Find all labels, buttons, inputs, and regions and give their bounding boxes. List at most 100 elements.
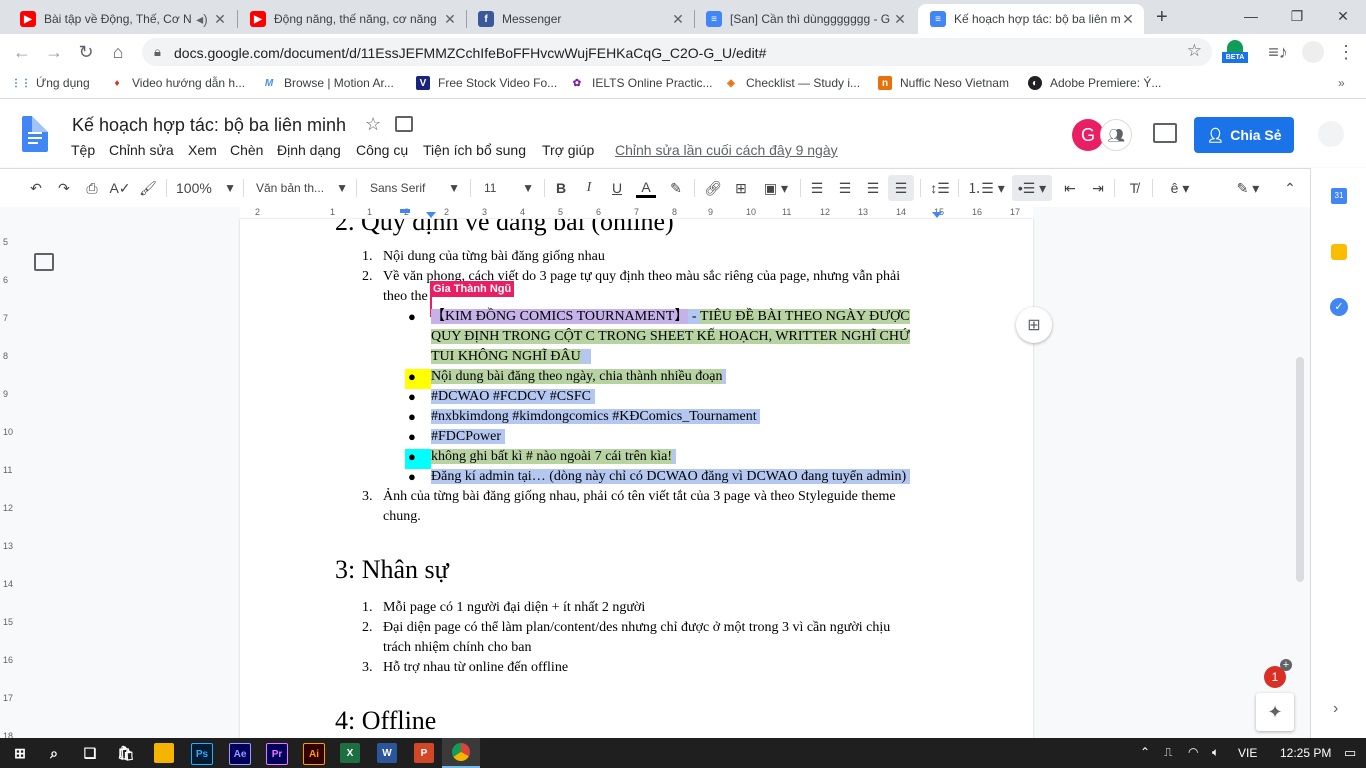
underline-icon[interactable]: U [608,178,626,198]
collapse-menu-icon[interactable]: ⌃ [1280,178,1300,198]
keep-icon[interactable] [1331,244,1347,260]
view-all-collaborators-icon[interactable]: 👥︎ [1100,119,1132,151]
tray-chevron-icon[interactable]: ⌃ [1140,745,1150,759]
close-icon[interactable]: ✕ [670,11,686,28]
bulleted-list-icon[interactable]: •☰ ▾ [1012,175,1052,201]
vertical-ruler[interactable]: 5 6 7 8 9 10 11 12 13 14 15 16 17 18 [0,219,14,738]
browser-tab-4[interactable]: ≡ [San] Cần thì dùnggggggg - G ✕ [694,4,916,34]
clear-formatting-icon[interactable]: T̸ [1124,178,1144,198]
back-arrow-icon[interactable]: ← [12,42,32,62]
numbered-list-icon[interactable]: ⒈☰ ▾ [966,178,1006,198]
share-button[interactable]: 👤︎ Chia Sẻ [1194,117,1294,153]
minimize-icon[interactable]: — [1228,0,1274,32]
menu-addons[interactable]: Tiện ích bổ sung [423,142,526,158]
line-spacing-icon[interactable]: ↕☰ [930,178,950,198]
more-bookmarks-icon[interactable]: » [1338,76,1345,90]
search-icon[interactable]: ⌕ [44,743,64,763]
redo-icon[interactable]: ↷ [54,178,74,198]
store-icon[interactable]: 🛍︎ [116,743,136,763]
menu-file[interactable]: Tệp [71,142,95,158]
align-left-icon[interactable]: ☰ [808,178,826,198]
star-icon[interactable]: ☆ [365,114,381,135]
document-outline-icon[interactable] [34,253,54,271]
spellcheck-icon[interactable]: A✓ [109,178,130,198]
close-icon[interactable]: ✕ [1120,11,1136,28]
increase-indent-icon[interactable]: ⇥ [1088,178,1108,198]
bookmark-item[interactable]: ♦ Video hướng dẫn h... [110,76,245,90]
photoshop-icon[interactable]: Ps [191,743,213,765]
browser-tab-2[interactable]: ▶ Động năng, thế năng, cơ năng ✕ [238,4,466,34]
calendar-icon[interactable]: 31 [1331,188,1347,204]
add-comment-icon[interactable]: ⊞ [732,178,750,198]
bookmark-star-icon[interactable]: ☆ [1187,41,1202,61]
close-icon[interactable]: ✕ [892,11,908,28]
profile-avatar-icon[interactable] [1302,41,1324,63]
undo-icon[interactable]: ↶ [26,178,46,198]
menu-insert[interactable]: Chèn [230,142,263,158]
align-right-icon[interactable]: ☰ [864,178,882,198]
bookmark-item[interactable]: V Free Stock Video Fo... [416,76,557,90]
vertical-scrollbar[interactable] [1296,357,1304,582]
forward-arrow-icon[interactable]: → [44,42,64,62]
add-comment-float-icon[interactable]: ⊞ [1016,307,1052,343]
menu-view[interactable]: Xem [188,142,217,158]
task-view-icon[interactable]: ❑ [80,743,100,763]
font-size-select[interactable]: 11 ▼ [484,178,534,198]
font-select[interactable]: Sans Serif ▼ [370,178,460,198]
menu-format[interactable]: Định dạng [277,142,341,158]
expand-panel-icon[interactable]: › [1333,700,1338,718]
italic-icon[interactable]: I [580,178,598,198]
home-icon[interactable]: ⌂ [108,42,128,62]
wifi-icon[interactable]: ◠ [1188,745,1198,759]
bookmark-item[interactable]: M Browse | Motion Ar... [262,76,394,90]
chrome-taskbar-button[interactable] [442,738,480,768]
text-color-icon[interactable]: A [636,178,656,198]
menu-tools[interactable]: Công cụ [356,142,408,158]
word-icon[interactable]: W [377,743,397,763]
address-bar[interactable]: 🔒︎ docs.google.com/document/d/11EssJEFMM… [142,38,1212,66]
browser-tab-active[interactable]: ≡ Kế hoạch hợp tác: bộ ba liên m ✕ [918,4,1144,34]
document-title[interactable]: Kế hoạch hợp tác: bộ ba liên minh [72,115,346,136]
first-line-indent-marker[interactable] [400,209,410,213]
editing-mode-icon[interactable]: ✎ ▾ [1230,178,1266,198]
print-icon[interactable]: ⎙ [82,178,102,198]
window-close-icon[interactable]: ✕ [1320,0,1366,32]
input-language[interactable]: VIE [1238,746,1257,760]
more-vertical-icon[interactable]: ⋮ [1336,42,1356,62]
bold-icon[interactable]: B [552,178,570,198]
menu-help[interactable]: Trợ giúp [542,142,594,158]
decrease-indent-icon[interactable]: ⇤ [1060,178,1080,198]
close-icon[interactable]: ✕ [212,11,228,28]
menu-edit[interactable]: Chỉnh sửa [109,142,174,158]
excel-icon[interactable]: X [340,743,360,763]
docs-logo-icon[interactable] [22,116,48,152]
premiere-icon[interactable]: Pr [266,743,288,765]
left-indent-marker[interactable] [426,212,436,218]
volume-icon[interactable]: 🔈︎ [1212,745,1219,760]
restore-icon[interactable]: ❐ [1274,0,1320,32]
align-justify-icon[interactable]: ☰ [888,175,914,201]
highlight-color-icon[interactable]: ✎ [666,178,686,198]
network-icon[interactable]: ⎍ [1164,745,1172,760]
last-edit-link[interactable]: Chỉnh sửa lần cuối cách đây 9 ngày [615,142,838,158]
comment-history-icon[interactable] [1153,123,1177,143]
extension-beta-icon[interactable]: BETA [1222,40,1248,66]
speaker-icon[interactable]: ◂) [192,11,212,28]
illustrator-icon[interactable]: Ai [303,743,325,765]
explore-icon[interactable]: ✦ [1256,693,1294,731]
zoom-select[interactable]: 100% ▼ [176,178,236,198]
media-control-icon[interactable]: ≡♪ [1268,42,1288,62]
bookmark-item[interactable]: ◈ Checklist — Study i... [724,76,860,90]
bookmark-item[interactable]: n Nuffic Neso Vietnam [878,76,1009,90]
bookmark-item[interactable]: ◐ Adobe Premiere: Ý... [1028,76,1161,90]
paragraph-style-select[interactable]: Văn bản th... ▼ [256,178,348,198]
bookmark-item[interactable]: ✿ IELTS Online Practic... [570,76,713,90]
tasks-icon[interactable]: ✓ [1330,298,1348,316]
move-folder-icon[interactable] [395,116,413,132]
browser-tab-3[interactable]: f Messenger ✕ [466,4,694,34]
input-tools-icon[interactable]: ê ▾ [1162,178,1198,198]
powerpoint-icon[interactable]: P [414,743,434,763]
new-tab-plus-icon[interactable]: + [1156,6,1168,29]
right-indent-marker[interactable] [932,212,942,218]
document-page[interactable]: 2. Quy định về đăng bài (online) 1. Nội … [240,219,1033,738]
